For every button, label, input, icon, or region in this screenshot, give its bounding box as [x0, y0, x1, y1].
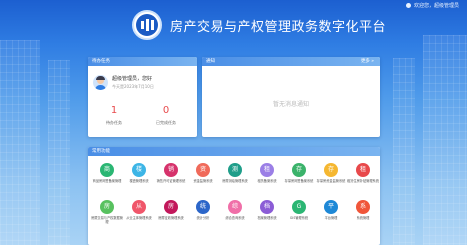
function-icon: 房	[164, 200, 178, 214]
function-item[interactable]: 租租赁备案系统	[251, 163, 283, 187]
function-label: 房屋交易与产权数据管理	[91, 216, 123, 224]
function-item[interactable]: 房房屋征收管理系统	[155, 200, 187, 224]
function-icon: 统	[196, 200, 210, 214]
pending-tasks-count: 1	[110, 105, 118, 116]
background-building-right-2	[393, 58, 415, 245]
function-icon: 存	[324, 163, 338, 177]
function-item[interactable]: 存存量房资金监管系统	[315, 163, 347, 187]
function-icon: 楼	[132, 163, 146, 177]
building-icon	[136, 14, 158, 36]
empty-notice-message: 暂无消息通知	[272, 101, 309, 108]
function-item[interactable]: G GIS管理系统	[283, 200, 315, 224]
function-label: 租赁住房补贴管理系统	[347, 179, 379, 183]
emblem-logo	[132, 10, 162, 40]
function-icon: 商	[100, 163, 114, 177]
function-icon: 租	[356, 163, 370, 177]
date-text: 今天是2023年7月10日	[112, 84, 154, 89]
functions-panel-title: 常用功能	[88, 147, 380, 156]
user-icon	[405, 3, 411, 8]
user-name: 欢迎您，超级管理员	[413, 3, 459, 9]
page-title: 房产交易与产权管理政务数字化平台	[170, 20, 387, 35]
background-building-right	[423, 35, 467, 245]
function-icon: 资	[196, 163, 210, 177]
tasks-panel-title: 待办任务	[88, 57, 197, 66]
user-menu[interactable]: 欢迎您，超级管理员	[405, 2, 459, 9]
function-icon: 档	[260, 200, 274, 214]
function-label: 统计分析	[196, 216, 210, 220]
function-item[interactable]: 系系统管理	[347, 200, 379, 224]
functions-panel: 常用功能 商商品房网签备案管理楼楼盘管理系统销销售许可证管理系统资资金监管系统测…	[88, 147, 380, 245]
function-icon: 房	[100, 200, 114, 214]
function-icon: 销	[164, 163, 178, 177]
notice-panel: 通知 更多 » 暂无消息通知	[202, 57, 380, 137]
function-label: 平台管理	[324, 216, 338, 220]
function-label: 资金监管系统	[193, 179, 213, 183]
function-item[interactable]: 商商品房网签备案管理	[91, 163, 123, 187]
function-label: 租赁备案系统	[257, 179, 277, 183]
completed-tasks-stat[interactable]: 0 已完成任务	[146, 105, 186, 126]
function-icon: 租	[260, 163, 274, 177]
function-item[interactable]: 测房屋测绘管理系统	[219, 163, 251, 187]
function-label: 系统管理	[356, 216, 370, 220]
function-item[interactable]: 租租赁住房补贴管理系统	[347, 163, 379, 187]
notice-panel-title: 通知	[206, 59, 215, 64]
function-item[interactable]: 档档案管理系统	[251, 200, 283, 224]
greeting-text: 超级管理员，您好	[112, 76, 153, 82]
avatar	[93, 75, 108, 90]
function-icon: 测	[228, 163, 242, 177]
more-link[interactable]: 更多 »	[361, 57, 374, 66]
function-label: GIS管理系统	[289, 216, 309, 220]
function-icon: 存	[292, 163, 306, 177]
pending-tasks-label: 待办任务	[106, 120, 122, 125]
function-item[interactable]: 房房屋交易与产权数据管理	[91, 200, 123, 224]
function-label: 销售许可证管理系统	[156, 179, 186, 183]
function-icon: 平	[324, 200, 338, 214]
function-label: 综合查询系统	[225, 216, 245, 220]
tasks-panel: 待办任务 超级管理员，您好 今天是2023年7月10日 1 待办任务 0 已完成…	[88, 57, 197, 137]
function-label: 房屋征收管理系统	[158, 216, 184, 220]
notice-panel-head: 通知 更多 »	[202, 57, 380, 66]
function-item[interactable]: 存存量房网签备案系统	[283, 163, 315, 187]
function-label: 房屋测绘管理系统	[222, 179, 248, 183]
page-header: 房产交易与产权管理政务数字化平台 欢迎您，超级管理员	[0, 0, 467, 50]
function-item[interactable]: 综综合查询系统	[219, 200, 251, 224]
background-building-left-2	[48, 60, 70, 245]
function-item[interactable]: 楼楼盘管理系统	[123, 163, 155, 187]
function-icon: G	[292, 200, 306, 214]
function-label: 楼盘管理系统	[129, 179, 149, 183]
function-item[interactable]: 统统计分析	[187, 200, 219, 224]
function-item[interactable]: 销销售许可证管理系统	[155, 163, 187, 187]
function-label: 商品房网签备案管理	[92, 179, 122, 183]
function-label: 从业主体管理系统	[126, 216, 152, 220]
function-item[interactable]: 平平台管理	[315, 200, 347, 224]
completed-tasks-count: 0	[162, 105, 170, 116]
function-label: 存量房资金监管系统	[316, 179, 346, 183]
function-icon: 系	[356, 200, 370, 214]
function-icon: 从	[132, 200, 146, 214]
function-item[interactable]: 从从业主体管理系统	[123, 200, 155, 224]
function-icon: 综	[228, 200, 242, 214]
function-item[interactable]: 资资金监管系统	[187, 163, 219, 187]
pending-tasks-stat[interactable]: 1 待办任务	[94, 105, 134, 126]
function-label: 档案管理系统	[257, 216, 277, 220]
function-label: 存量房网签备案系统	[284, 179, 314, 183]
background-building-left	[0, 40, 40, 245]
completed-tasks-label: 已完成任务	[156, 120, 176, 125]
